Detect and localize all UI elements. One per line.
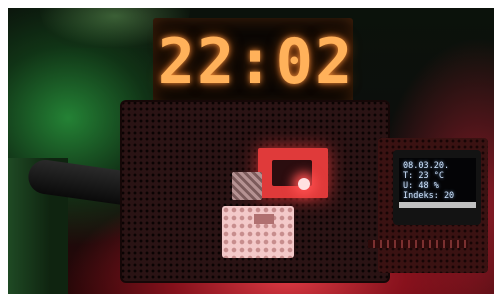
- oled-line-date: 08.03.20.: [403, 161, 450, 171]
- header-pins: [368, 240, 468, 248]
- oled-screen: 08.03.20. T: 23 °C U: 48 % Indeks: 20: [399, 158, 476, 202]
- oled-protective-strip: [399, 202, 476, 208]
- clock-readout: 22:02: [158, 25, 353, 98]
- clock-time-text: 22:02: [157, 24, 355, 98]
- power-led: [298, 178, 310, 190]
- oled-line-index: Indeks: 20: [403, 191, 455, 201]
- oled-line-temperature: T: 23 °C: [403, 171, 444, 181]
- photo-of-arduino-clock: 22:02 08.03.20. T: 23 °C U: 48 % Indeks:…: [8, 8, 494, 294]
- photo-stage: 22:02 08.03.20. T: 23 °C U: 48 % Indeks:…: [0, 0, 500, 302]
- voltage-regulator: [232, 172, 262, 200]
- sensor-pins: [254, 214, 274, 224]
- oled-line-humidity: U: 48 %: [403, 181, 439, 191]
